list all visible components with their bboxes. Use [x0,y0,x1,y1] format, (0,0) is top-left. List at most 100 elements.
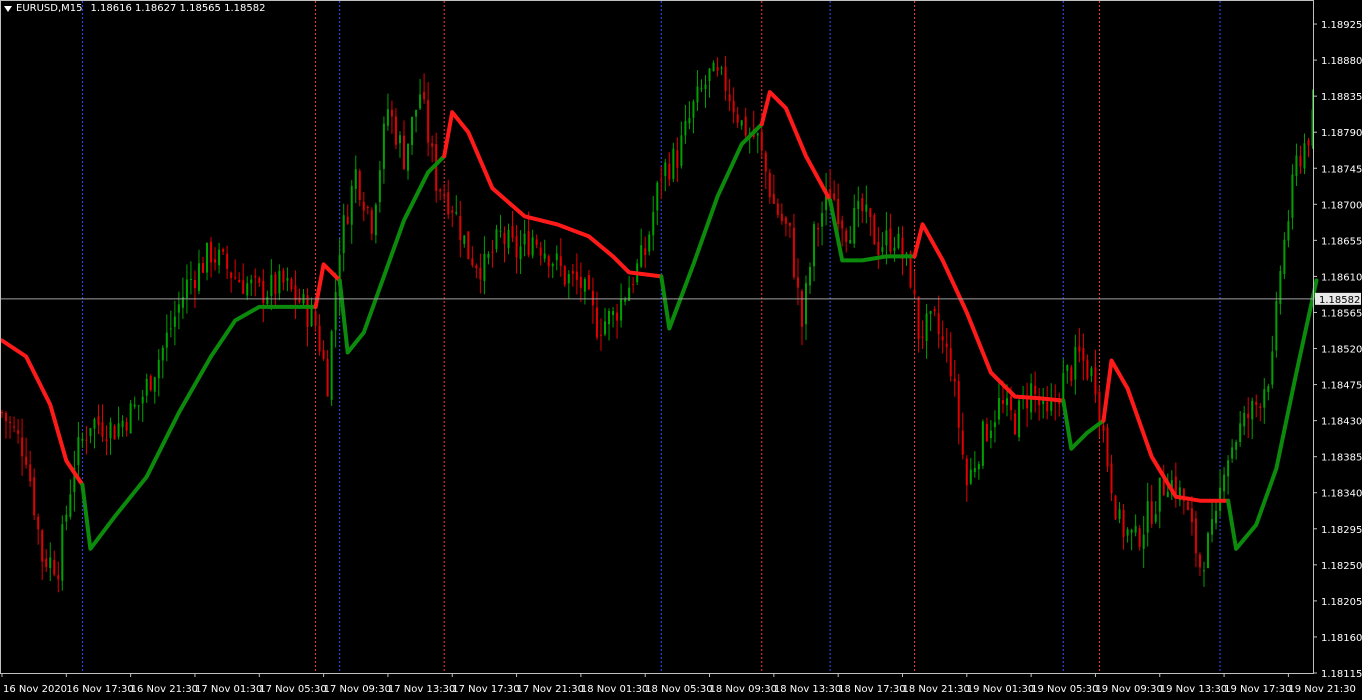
candle-body [969,469,972,484]
candle-body [692,101,695,118]
candle-body [386,109,389,126]
chart-header: EURUSD,M15 1.18616 1.18627 1.18565 1.185… [4,3,265,14]
candle-body [447,192,450,215]
candle-body [632,284,635,286]
candle-body [696,86,699,103]
candle-body [129,403,132,434]
candle-body [644,248,647,255]
candle-body [1247,413,1250,419]
x-tick-label: 18 Nov 17:30 [838,684,905,695]
y-tick-label: 1.18340 [1321,489,1362,500]
candle-body [845,230,848,243]
candle-body [547,256,550,267]
candle-body [885,230,888,246]
candle-body [676,150,679,168]
candle-body [370,210,373,234]
candle-body [1307,140,1310,146]
candle-body [57,575,60,580]
candle-body [282,270,285,283]
candle-body [624,299,627,302]
candle-body [1251,400,1254,420]
candle-body [1255,401,1258,405]
x-tick-label: 19 Nov 05:30 [1031,684,1098,695]
candle-body [5,412,8,422]
price-chart[interactable]: 1.18925 1.18880 1.18835 1.18790 1.18745 1.187… [0,0,1362,700]
candle-body [419,94,422,109]
x-tick-label: 17 Nov 05:30 [259,684,326,695]
candle-body [451,210,454,213]
candle-body [857,200,860,210]
candle-body [1166,491,1169,498]
candle-body [1162,480,1165,495]
candle-body [81,438,84,441]
y-tick-label: 1.18610 [1321,272,1362,283]
candle-body [1118,509,1121,520]
candle-body [230,272,233,278]
candle-body [390,109,393,117]
candle-body [1001,400,1004,404]
candle-body [1078,346,1081,352]
candle-body [712,62,715,72]
candle-body [342,215,345,254]
x-tick-label: 19 Nov 01:30 [967,684,1034,695]
candle-body [1102,425,1105,431]
candle-body [841,220,844,229]
dropdown-triangle-icon[interactable] [4,5,12,12]
candle-body [394,116,397,145]
candle-body [463,235,466,245]
candle-body [1106,427,1109,467]
candle-body [519,246,522,259]
candle-body [1098,391,1101,423]
candle-body [1018,400,1021,438]
candle-body [113,425,116,440]
candle-body [1271,351,1274,385]
candle-body [563,266,566,285]
candle-body [266,296,269,305]
candle-body [1066,365,1069,371]
x-tick-label: 19 Nov 09:30 [1095,684,1162,695]
candle-body [833,193,836,200]
candle-body [378,170,381,203]
x-tick-label: 18 Nov 09:30 [710,684,777,695]
candle-body [9,421,12,424]
candle-body [1006,398,1008,406]
candle-body [1198,554,1201,568]
candle-body [1202,570,1205,572]
candle-body [640,245,643,267]
candle-body [941,336,944,341]
candle-body [599,334,602,336]
candle-body [334,291,337,330]
candle-body [1090,368,1093,376]
candle-body [571,271,574,274]
candle-body [925,313,928,341]
current-price-label: 1.18582 [1319,295,1360,306]
candle-body [1046,401,1049,412]
candle-body [326,359,329,397]
y-tick-label: 1.18205 [1321,597,1362,608]
candle-body [1130,529,1133,533]
y-tick-label: 1.18880 [1321,56,1362,67]
candle-body [708,68,711,82]
x-tick-label: 16 Nov 2020 [3,684,67,695]
candle-body [358,171,361,200]
candle-body [648,234,651,252]
candle-body [612,311,615,315]
candle-body [756,133,759,136]
candle-body [1227,460,1230,477]
candle-body [551,263,554,267]
candle-body [591,290,594,306]
candle-body [559,256,562,267]
candle-body [809,267,812,286]
candle-body [145,378,148,396]
candle-body [250,279,253,284]
candle-body [242,280,245,294]
candle-body [495,229,498,250]
candle-body [374,204,377,236]
candle-body [981,421,984,466]
chart-background [0,0,1362,700]
candle-body [1122,510,1125,537]
candle-body [121,420,124,428]
candle-body [105,439,108,442]
x-tick-label: 19 Nov 21:30 [1288,684,1355,695]
candle-body [439,189,442,192]
